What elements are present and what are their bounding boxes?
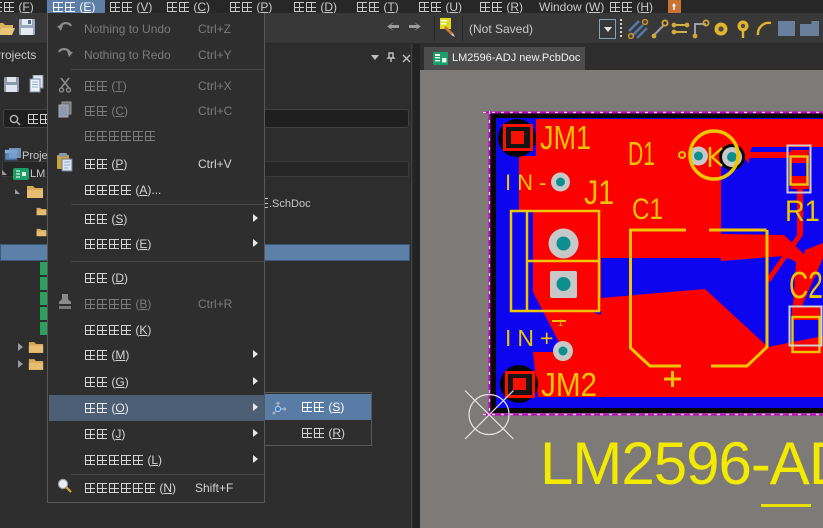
svg-text:LM2596-AD: LM2596-AD [540,430,823,497]
svg-text:JM1: JM1 [540,121,591,157]
svg-text:IN-: IN- [505,170,552,195]
svg-text:C1: C1 [632,192,663,226]
svg-text:D1: D1 [628,135,655,172]
svg-text:JM2: JM2 [541,367,597,404]
svg-text:IN+: IN+ [505,325,559,351]
svg-text:C2: C2 [789,263,823,306]
svg-text:R1: R1 [785,195,820,228]
svg-text:1: 1 [558,318,563,328]
svg-text:J1: J1 [584,174,614,212]
